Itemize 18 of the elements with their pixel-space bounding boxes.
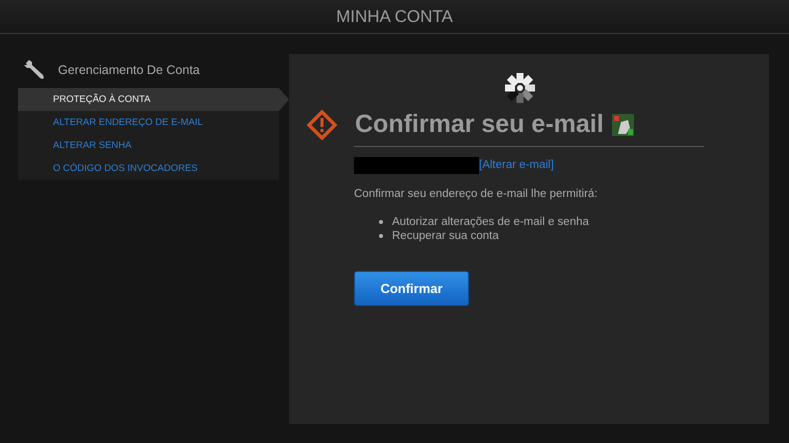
wrench-icon (24, 60, 46, 80)
bullet-icon (379, 234, 383, 238)
page-heading: Confirmar seu e-mail (355, 109, 604, 140)
sidebar-item[interactable]: PROTEÇÃO À CONTA (18, 88, 289, 111)
sidebar-item[interactable]: ALTERAR ENDEREÇO DE E-MAIL (18, 111, 279, 134)
bullet-icon (379, 220, 383, 224)
loading-icon (504, 72, 536, 104)
sidebar-item[interactable]: ALTERAR SENHA (18, 134, 279, 157)
list-item: Recuperar sua conta (392, 229, 499, 243)
sidebar-item[interactable]: O CÓDIGO DOS INVOCADORES (18, 157, 279, 180)
sidebar-title: Gerenciamento De Conta (58, 62, 200, 79)
item-icon (612, 114, 634, 136)
warning-icon (307, 110, 337, 140)
intro-text: Confirmar seu endereço de e-mail lhe permitirá: (354, 186, 599, 202)
confirm-button[interactable]: Confirmar (354, 271, 469, 306)
page-title: MINHA CONTA (336, 6, 453, 28)
list-item: Autorizar alterações de e-mail e senha (392, 215, 589, 229)
change-email-link[interactable]: [Alterar e-mail] (479, 156, 554, 174)
